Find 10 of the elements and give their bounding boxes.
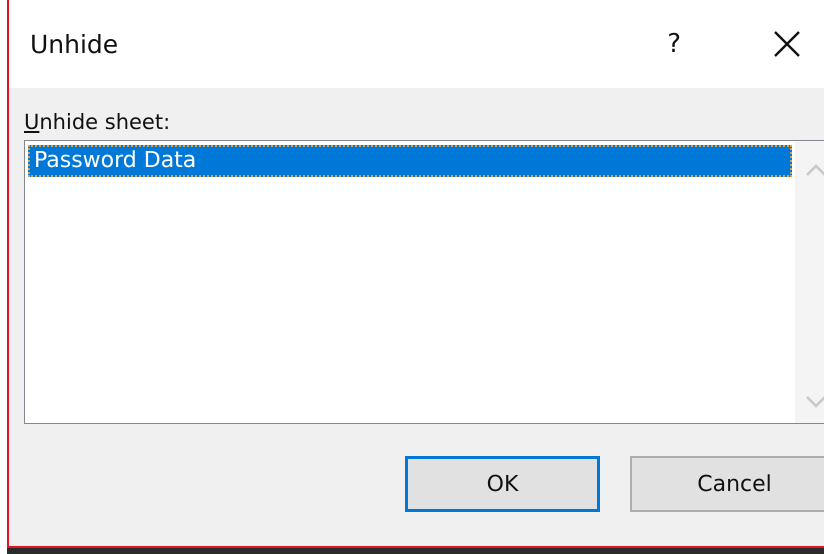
help-button[interactable]: ? [667, 29, 681, 59]
scroll-up-icon[interactable] [805, 163, 824, 177]
dialog-button[interactable]: OK [405, 456, 600, 512]
sheet-item[interactable]: Password Data [28, 145, 792, 177]
scroll-down-icon[interactable] [805, 395, 824, 409]
window-title: Unhide [30, 30, 120, 58]
dialog-button[interactable]: Cancel [630, 456, 824, 512]
close-icon[interactable] [773, 30, 801, 58]
sheet-list[interactable]: Password Data [24, 140, 824, 424]
list-label: Unhide sheet: [24, 110, 170, 134]
